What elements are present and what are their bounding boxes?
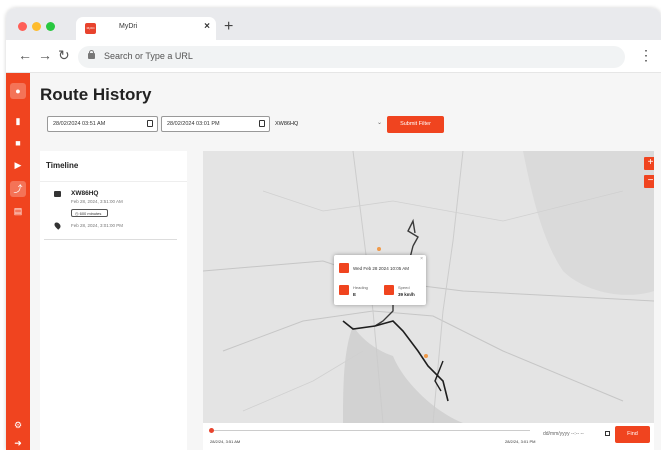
location-popup: × Wed Feb 28 2024 10:05 AM Heading E Spe…: [334, 255, 426, 305]
browser-tab[interactable]: MyDri MyDri ×: [76, 17, 216, 40]
duration-badge: ◷ 600 minutes: [71, 209, 108, 217]
maximize-window-dot[interactable]: [46, 22, 55, 31]
submit-filter-button[interactable]: Submit Filter: [387, 116, 444, 133]
vehicle-select-value: XW86HQ: [275, 121, 299, 127]
url-bar[interactable]: Search or Type a URL: [78, 46, 625, 68]
vehicle-select[interactable]: XW86HQ ⌄: [272, 116, 384, 132]
forest-region: [523, 151, 654, 295]
logout-icon[interactable]: ➜: [10, 435, 26, 450]
sidebar: ● ▮ ■ ▶ ⤴ ▤ ⚙ ➜: [6, 73, 30, 450]
browser-toolbar: ← → ↻ Search or Type a URL ⋮: [6, 40, 661, 73]
start-datetime-value: 28/02/2024 03:51 AM: [53, 121, 106, 127]
speed-value: 39 km/h: [398, 292, 415, 297]
playback-start-label: 28/2/24, 3:51 AM: [210, 439, 241, 444]
zoom-in-button[interactable]: +: [644, 157, 654, 170]
heading-value: E: [353, 292, 357, 297]
divider: [44, 239, 177, 240]
building-icon[interactable]: ■: [10, 135, 26, 151]
map-tiles: [203, 151, 654, 424]
close-icon[interactable]: ×: [420, 256, 423, 262]
forward-arrow-icon[interactable]: →: [38, 47, 52, 63]
popup-datetime: Wed Feb 28 2024 10:05 AM: [353, 266, 409, 271]
speed-label: Speed: [398, 285, 410, 290]
route-marker[interactable]: [377, 247, 381, 251]
browser-window: MyDri MyDri × + ← → ↻ Search or Type a U…: [6, 8, 661, 450]
reload-icon[interactable]: ↻: [58, 47, 70, 64]
road: [432, 151, 464, 424]
page-title: Route History: [40, 85, 152, 104]
route-path: [407, 218, 419, 247]
favicon: MyDri: [85, 23, 96, 34]
heading-label: Heading: [353, 285, 368, 290]
find-datetime-placeholder: dd/mm/yyyy --:-- --: [543, 431, 584, 437]
bus-icon: [54, 191, 61, 197]
url-input[interactable]: Search or Type a URL: [104, 51, 193, 61]
back-arrow-icon[interactable]: ←: [18, 47, 32, 63]
playback-bar: 28/2/24, 3:51 AM 28/2/24, 3:01 PM dd/mm/…: [203, 423, 654, 450]
end-datetime-value: 28/02/2024 03:01 PM: [167, 121, 220, 127]
chevron-down-icon: ⌄: [376, 120, 382, 126]
lock-icon: [88, 50, 95, 59]
calendar-icon: [339, 263, 349, 273]
timeline-title: Timeline: [46, 161, 79, 170]
playback-end-label: 28/2/24, 3:01 PM: [505, 439, 536, 444]
video-icon[interactable]: ▶: [10, 157, 26, 173]
calendar-icon[interactable]: [605, 431, 610, 436]
user-icon[interactable]: ●: [10, 83, 26, 99]
timeline-end-time: Feb 28, 2024, 3:01:00 PM: [71, 223, 124, 228]
close-window-dot[interactable]: [18, 22, 27, 31]
playback-slider[interactable]: [210, 430, 530, 431]
more-menu-icon[interactable]: ⋮: [639, 48, 653, 62]
minimize-window-dot[interactable]: [32, 22, 41, 31]
speedometer-icon: [384, 285, 394, 295]
route-marker[interactable]: [424, 354, 428, 358]
compass-icon: [339, 285, 349, 295]
location-pin-icon: [53, 221, 62, 230]
find-datetime-input[interactable]: dd/mm/yyyy --:-- --: [543, 429, 610, 439]
route-map[interactable]: + − × Wed Feb 28 2024 10:05 AM Heading E…: [203, 151, 654, 450]
highway: [222, 310, 624, 402]
duration-value: 600 minutes: [79, 211, 102, 216]
new-tab-button[interactable]: +: [224, 18, 233, 36]
find-button[interactable]: Find: [615, 426, 650, 443]
tab-bar: MyDri MyDri × +: [6, 8, 661, 40]
main-content: Route History 28/02/2024 03:51 AM 28/02/…: [30, 73, 661, 450]
timeline-vehicle[interactable]: XW86HQ: [71, 190, 98, 197]
zoom-out-button[interactable]: −: [644, 175, 654, 188]
calendar-icon[interactable]: [259, 120, 265, 127]
bus-icon[interactable]: ▮: [10, 113, 26, 129]
document-icon[interactable]: ▤: [10, 203, 26, 219]
start-datetime-input[interactable]: 28/02/2024 03:51 AM: [47, 116, 158, 132]
bay-water: [343, 326, 463, 423]
route-icon[interactable]: ⤴: [10, 181, 26, 197]
divider: [40, 181, 187, 182]
timeline-panel: Timeline XW86HQ Feb 28, 2024, 3:51:00 AM…: [40, 151, 187, 450]
close-tab-icon[interactable]: ×: [204, 21, 210, 32]
end-datetime-input[interactable]: 28/02/2024 03:01 PM: [161, 116, 270, 132]
settings-icon[interactable]: ⚙: [10, 417, 26, 433]
playback-knob[interactable]: [209, 428, 214, 433]
timeline-start-time: Feb 28, 2024, 3:51:00 AM: [71, 199, 123, 204]
calendar-icon[interactable]: [147, 120, 153, 127]
tab-title: MyDri: [119, 23, 138, 30]
